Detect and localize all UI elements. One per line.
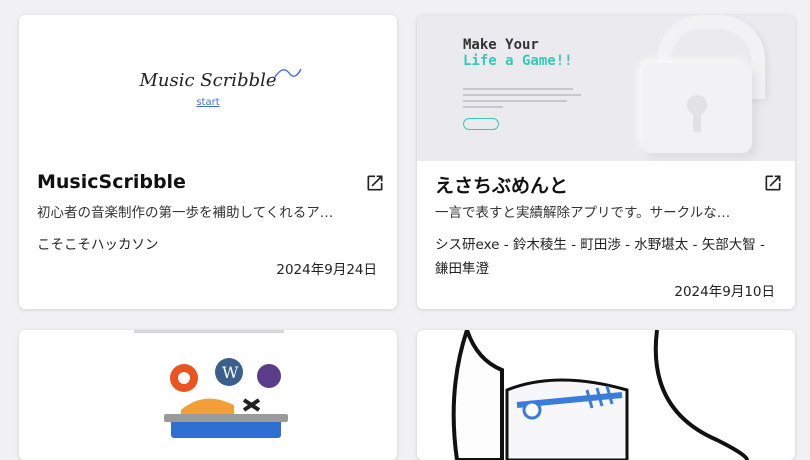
card-authors: こそこそハッカソン — [37, 237, 159, 253]
thumbnail-text-lines — [463, 88, 583, 112]
keyhole-slot-shape — [693, 110, 701, 132]
app-icon — [257, 364, 281, 388]
start-link[interactable]: start — [19, 97, 397, 108]
thumbnail-headline-1: Make Your — [463, 37, 539, 53]
card-description: 初心者の音楽制作の第一歩を補助してくれるア… — [37, 205, 334, 221]
external-link-icon[interactable] — [763, 173, 783, 193]
musicscribble-logo: Music Scribble — [139, 70, 277, 91]
external-link-icon[interactable] — [365, 173, 385, 193]
card-title[interactable]: MusicScribble — [37, 171, 186, 193]
thumbnail-headline-2: Life a Game!! — [463, 53, 573, 69]
card-date: 2024年9月24日 — [276, 262, 377, 278]
card-authors: シス研exe - 鈴木稜生 - 町田渉 - 水野堪太 - 矢部大智 - 鎌田隼澄 — [435, 237, 765, 277]
logo-wave-icon — [274, 68, 302, 78]
project-card-musicscribble[interactable]: Music Scribble start MusicScribble 初心者の音… — [19, 15, 397, 309]
card-description: 一言で表すと実績解除アプリです。サークルな… — [435, 205, 731, 221]
project-card-esachievement[interactable]: Make Your Life a Game!! えさちぶめんと 一言で表すと実績… — [417, 15, 795, 309]
card-thumbnail: Make Your Life a Game!! — [417, 15, 795, 161]
svg-text:W: W — [222, 363, 239, 382]
thumbnail-button-shape — [463, 118, 499, 130]
card-title[interactable]: えさちぶめんと — [435, 171, 568, 198]
card-thumbnail: Music Scribble start — [19, 15, 397, 161]
card-date: 2024年9月10日 — [674, 284, 775, 300]
